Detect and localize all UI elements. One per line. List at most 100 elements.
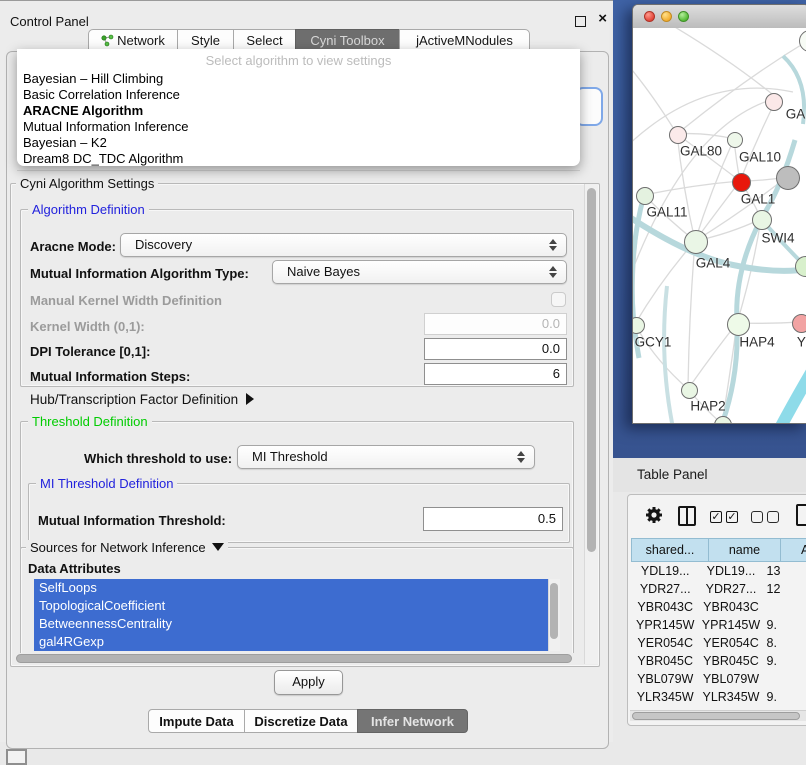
algorithm-option[interactable]: ARACNE Algorithm bbox=[17, 103, 580, 119]
dpi-tolerance-label: DPI Tolerance [0,1]: bbox=[30, 344, 150, 359]
dpi-tolerance-field[interactable]: 0.0 bbox=[424, 338, 567, 360]
tab-infer-network[interactable]: Infer Network bbox=[357, 709, 468, 733]
scrollbar-thumb[interactable] bbox=[16, 654, 572, 663]
scrollbar-thumb[interactable] bbox=[550, 583, 558, 639]
gear-icon[interactable] bbox=[644, 505, 664, 530]
algorithm-option[interactable]: Bayesian – Hill Climbing bbox=[17, 71, 580, 87]
node-gray[interactable] bbox=[776, 166, 800, 190]
network-node-label: GAL4 bbox=[696, 256, 731, 271]
group-title: Threshold Definition bbox=[28, 414, 152, 429]
network-node-label: YM bbox=[797, 335, 806, 350]
combobox-value: Discovery bbox=[135, 237, 192, 252]
table-row[interactable]: YPR145WYPR145W9. bbox=[631, 616, 806, 634]
kernel-width-field[interactable]: 0.0 bbox=[424, 313, 567, 335]
checked-box-icon[interactable]: ✓ bbox=[710, 511, 722, 523]
table-cell: YDL19... bbox=[699, 562, 762, 580]
network-canvas[interactable]: GAL80GAL10GAL1GAL11SWI4GAL4GCY1HAP4YMHAP… bbox=[633, 28, 806, 423]
tab-jactivemnodules[interactable]: jActiveMNodules bbox=[399, 29, 530, 51]
hub-definition-toggle[interactable]: Hub/Transcription Factor Definition bbox=[30, 392, 254, 407]
table-row[interactable]: YBL079WYBL079W bbox=[631, 670, 806, 688]
table-cell: YBL079W bbox=[631, 670, 699, 688]
manual-kernel-checkbox[interactable] bbox=[551, 292, 566, 307]
node-hap2[interactable] bbox=[681, 382, 698, 399]
unchecked-box-icon[interactable] bbox=[751, 511, 763, 523]
tab-discretize-data[interactable]: Discretize Data bbox=[244, 709, 358, 733]
float-window-icon[interactable] bbox=[575, 16, 586, 27]
minimize-traffic-light[interactable] bbox=[661, 11, 672, 22]
minimized-panel-icon[interactable] bbox=[6, 749, 27, 765]
node-gal11[interactable] bbox=[636, 187, 654, 205]
scrollbar-thumb[interactable] bbox=[632, 712, 800, 720]
table-cell: YBR043C bbox=[699, 598, 762, 616]
attribute-list-item[interactable]: TopologicalCoefficient bbox=[34, 597, 548, 615]
node-gal10[interactable] bbox=[727, 132, 743, 148]
table-row[interactable]: YBR043CYBR043C bbox=[631, 598, 806, 616]
list-vertical-scrollbar[interactable] bbox=[548, 579, 560, 651]
algorithm-option[interactable]: Bayesian – K2 bbox=[17, 135, 580, 151]
tab-style[interactable]: Style bbox=[177, 29, 234, 51]
sources-toggle[interactable]: Sources for Network Inference bbox=[26, 540, 228, 555]
kernel-width-label: Kernel Width (0,1): bbox=[30, 319, 145, 334]
table-row[interactable]: YDL19...YDL19...13 bbox=[631, 562, 806, 580]
tab-impute-data[interactable]: Impute Data bbox=[148, 709, 245, 733]
algorithm-option[interactable]: Dream8 DC_TDC Algorithm bbox=[17, 151, 580, 167]
divider bbox=[17, 170, 580, 171]
table-body: YDL19...YDL19...13YDR27...YDR27...12YBR0… bbox=[631, 562, 806, 710]
aracne-mode-combobox[interactable]: Discovery bbox=[120, 233, 567, 257]
mi-threshold-field[interactable]: 0.5 bbox=[423, 507, 563, 531]
screenshot-root: { "colors": { "selection_blue": "#3d6cd0… bbox=[0, 0, 806, 762]
table-row[interactable]: YER054CYER054C8. bbox=[631, 634, 806, 652]
network-view-window: GAL80GAL10GAL1GAL11SWI4GAL4GCY1HAP4YMHAP… bbox=[632, 4, 806, 424]
network-node-label: GAL7 bbox=[786, 107, 806, 122]
table-horizontal-scrollbar[interactable] bbox=[630, 710, 806, 721]
attribute-list-item[interactable]: gal4RGexp bbox=[34, 633, 548, 651]
node-swi4[interactable] bbox=[752, 210, 772, 230]
table-cell: 8. bbox=[763, 634, 806, 652]
tab-select[interactable]: Select bbox=[233, 29, 296, 51]
table-row[interactable]: YLR345WYLR345W9. bbox=[631, 688, 806, 706]
network-window-titlebar[interactable] bbox=[633, 5, 806, 29]
node-gal4[interactable] bbox=[684, 230, 708, 254]
node-gcy1[interactable] bbox=[633, 317, 645, 334]
node-pink-upper[interactable] bbox=[669, 126, 687, 144]
table-cell: 9. bbox=[763, 688, 806, 706]
settings-horizontal-scrollbar[interactable] bbox=[12, 653, 582, 665]
column-header-shared-name[interactable]: shared... bbox=[631, 538, 709, 562]
tab-label: Cyni Toolbox bbox=[310, 33, 384, 48]
table-cell: YDR27... bbox=[699, 580, 762, 598]
zoom-traffic-light[interactable] bbox=[678, 11, 689, 22]
data-attributes-list[interactable]: SelfLoopsTopologicalCoefficientBetweenne… bbox=[34, 579, 548, 651]
apply-button[interactable]: Apply bbox=[274, 670, 343, 695]
settings-vertical-scrollbar[interactable] bbox=[584, 184, 598, 664]
attribute-list-item[interactable]: BetweennessCentrality bbox=[34, 615, 548, 633]
mi-steps-field[interactable]: 6 bbox=[424, 363, 567, 385]
tab-label: Impute Data bbox=[159, 714, 233, 729]
checked-box-icon[interactable]: ✓ bbox=[726, 511, 738, 523]
document-icon[interactable] bbox=[796, 504, 806, 526]
split-columns-icon[interactable] bbox=[678, 506, 696, 526]
algorithm-dropdown-list: Bayesian – Hill ClimbingBasic Correlatio… bbox=[17, 69, 580, 167]
table-row[interactable]: YDR27...YDR27...12 bbox=[631, 580, 806, 598]
close-icon[interactable]: × bbox=[598, 10, 607, 27]
algorithm-option[interactable]: Basic Correlation Inference bbox=[17, 87, 580, 103]
table-row[interactable]: YBR045CYBR045C9. bbox=[631, 652, 806, 670]
algorithm-option[interactable]: Mutual Information Inference bbox=[17, 119, 580, 135]
node-salmon[interactable] bbox=[792, 314, 806, 333]
table-cell bbox=[763, 670, 806, 688]
column-header-partial[interactable]: A bbox=[780, 538, 806, 562]
hub-definition-label: Hub/Transcription Factor Definition bbox=[30, 392, 238, 407]
tab-network[interactable]: Network bbox=[88, 29, 178, 51]
combobox-value: MI Threshold bbox=[252, 449, 328, 464]
node-hap4[interactable] bbox=[727, 313, 750, 336]
close-traffic-light[interactable] bbox=[644, 11, 655, 22]
table-cell: YBR043C bbox=[631, 598, 699, 616]
mi-type-combobox[interactable]: Naive Bayes bbox=[272, 260, 567, 284]
node-gal1-red[interactable] bbox=[732, 173, 751, 192]
tab-cyni-toolbox[interactable]: Cyni Toolbox bbox=[295, 29, 400, 51]
column-header-name[interactable]: name bbox=[708, 538, 781, 562]
node-pink-top[interactable] bbox=[765, 93, 783, 111]
which-threshold-combobox[interactable]: MI Threshold bbox=[237, 445, 535, 469]
attribute-list-item[interactable]: SelfLoops bbox=[34, 579, 548, 597]
scrollbar-thumb[interactable] bbox=[587, 188, 596, 552]
unchecked-box-icon[interactable] bbox=[767, 511, 779, 523]
